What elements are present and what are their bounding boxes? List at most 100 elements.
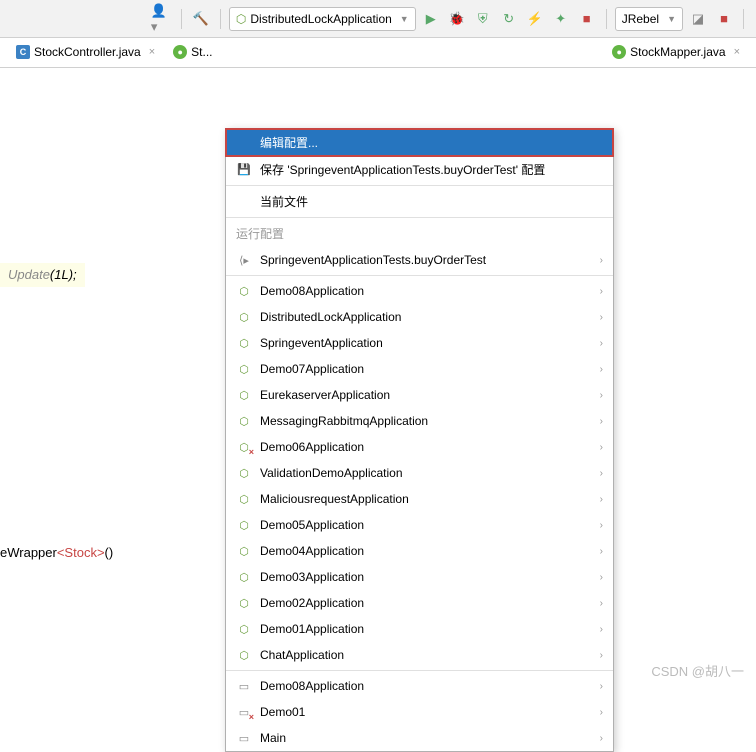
chevron-right-icon: › xyxy=(600,624,603,635)
run-config-item[interactable]: ⬡MessagingRabbitmqApplication› xyxy=(226,408,613,434)
close-icon[interactable]: × xyxy=(734,46,740,58)
spring-icon: ⬡ xyxy=(236,309,252,325)
chevron-right-icon: › xyxy=(600,546,603,557)
dropdown-arrow-icon: ▼ xyxy=(400,14,409,24)
tab-label: StockMapper.java xyxy=(630,45,725,59)
app-icon: ▭ xyxy=(236,730,252,746)
item-label: Demo01 xyxy=(260,705,305,719)
item-label: Demo03Application xyxy=(260,570,364,584)
stop-icon[interactable]: ■ xyxy=(576,8,598,30)
spring-icon: ⬡ xyxy=(236,361,252,377)
app-error-icon: ▭ xyxy=(236,704,252,720)
spring-icon: ⬡ xyxy=(236,569,252,585)
spring-icon: ⬡ xyxy=(236,491,252,507)
run-config-item[interactable]: ⟨▸SpringeventApplicationTests.buyOrderTe… xyxy=(226,247,613,273)
coverage-icon[interactable]: ⛨ xyxy=(472,8,494,30)
run-icon[interactable]: ▶ xyxy=(420,8,442,30)
tab-label: St... xyxy=(191,45,212,59)
run-config-item[interactable]: ⬡ValidationDemoApplication› xyxy=(226,460,613,486)
run-config-item[interactable]: ⬡Demo06Application› xyxy=(226,434,613,460)
spring-icon: ⬡ xyxy=(236,621,252,637)
code-line: Update(1L); xyxy=(0,263,85,287)
rebel-stop-icon[interactable]: ■ xyxy=(713,8,735,30)
run-config-item[interactable]: ▭Demo08Application› xyxy=(226,673,613,699)
dropdown-arrow-icon: ▼ xyxy=(667,14,676,24)
close-icon[interactable]: × xyxy=(149,46,155,58)
spring-icon: ⬡ xyxy=(236,283,252,299)
spring-icon: ⬡ xyxy=(236,517,252,533)
item-label: Demo01Application xyxy=(260,622,364,636)
run-config-item[interactable]: ⬡ Demo07Application › xyxy=(226,356,613,382)
save-icon: 💾 xyxy=(236,162,252,178)
chevron-right-icon: › xyxy=(600,520,603,531)
run-config-label: DistributedLockApplication xyxy=(250,12,391,26)
java-icon: ● xyxy=(612,45,626,59)
item-label: SpringeventApplicationTests.buyOrderTest xyxy=(260,253,486,267)
chevron-right-icon: › xyxy=(600,312,603,323)
spring-icon: ⬡ xyxy=(236,387,252,403)
chevron-right-icon: › xyxy=(600,733,603,744)
run-config-item[interactable]: ⬡SpringeventApplication› xyxy=(226,330,613,356)
debug-icon[interactable]: 🐞 xyxy=(446,8,468,30)
run-config-item[interactable]: ⬡ChatApplication› xyxy=(226,642,613,668)
run-config-item[interactable]: ⬡Demo03Application› xyxy=(226,564,613,590)
tab-label: StockController.java xyxy=(34,45,141,59)
separator xyxy=(226,275,613,276)
item-label: Main xyxy=(260,731,286,745)
menu-label: 编辑配置... xyxy=(260,134,318,151)
spring-error-icon: ⬡ xyxy=(236,439,252,455)
watermark: CSDN @胡八一 xyxy=(651,661,744,680)
item-label: Demo07Application xyxy=(260,362,364,376)
section-header: 运行配置 xyxy=(226,220,613,247)
chevron-right-icon: › xyxy=(600,598,603,609)
item-label: Demo05Application xyxy=(260,518,364,532)
run-config-item[interactable]: ⬡Demo08Application› xyxy=(226,278,613,304)
menu-save-config[interactable]: 💾 保存 'SpringeventApplicationTests.buyOrd… xyxy=(226,156,613,183)
chevron-right-icon: › xyxy=(600,255,603,266)
jrebel-label: JRebel xyxy=(622,12,659,26)
tab-stockcontroller[interactable]: C StockController.java × xyxy=(8,41,163,65)
separator xyxy=(226,670,613,671)
jrebel-selector[interactable]: JRebel ▼ xyxy=(615,7,683,31)
run-config-item[interactable]: ⬡ Demo05Application › xyxy=(226,512,613,538)
tab-stockmapper[interactable]: ● StockMapper.java × xyxy=(604,41,748,65)
spring-icon: ⬡ xyxy=(236,12,246,26)
profile-icon[interactable]: ↻ xyxy=(498,8,520,30)
editor-tabs: C StockController.java × ● St... ● Stock… xyxy=(0,38,756,68)
spring-icon: ⬡ xyxy=(236,543,252,559)
chevron-right-icon: › xyxy=(600,364,603,375)
run-config-item[interactable]: ⬡DistributedLockApplication› xyxy=(226,304,613,330)
chevron-right-icon: › xyxy=(600,416,603,427)
main-toolbar: 👤▾ 🔨 ⬡ DistributedLockApplication ▼ ▶ 🐞 … xyxy=(0,0,756,38)
item-label: EurekaserverApplication xyxy=(260,388,390,402)
tab-st[interactable]: ● St... xyxy=(165,41,220,65)
run-config-item[interactable]: ⬡Demo04Application› xyxy=(226,538,613,564)
run-config-selector[interactable]: ⬡ DistributedLockApplication ▼ xyxy=(229,7,416,31)
item-label: ValidationDemoApplication xyxy=(260,466,403,480)
editor-area[interactable]: Update(1L); eWrapper<Stock>() 编辑配置... 💾 … xyxy=(0,68,756,688)
hammer-icon[interactable]: 🔨 xyxy=(190,8,212,30)
run-config-item[interactable]: ⬡ Demo01Application › xyxy=(226,616,613,642)
spring-icon: ⬡ xyxy=(236,595,252,611)
rebel-icon[interactable]: ◪ xyxy=(687,8,709,30)
run-config-dropdown: 编辑配置... 💾 保存 'SpringeventApplicationTest… xyxy=(225,128,614,752)
chevron-right-icon: › xyxy=(600,468,603,479)
chevron-right-icon: › xyxy=(600,390,603,401)
run-config-item[interactable]: ⬡ EurekaserverApplication › xyxy=(226,382,613,408)
run-config-item[interactable]: ▭ Main › xyxy=(226,725,613,751)
chevron-right-icon: › xyxy=(600,707,603,718)
thread-icon[interactable]: ⚡ xyxy=(524,8,546,30)
menu-current-file[interactable]: 当前文件 xyxy=(226,188,613,215)
run-config-item[interactable]: ▭ Demo01 › xyxy=(226,699,613,725)
item-label: ChatApplication xyxy=(260,648,344,662)
user-icon[interactable]: 👤▾ xyxy=(151,8,173,30)
run-config-item[interactable]: ⬡ Demo02Application › xyxy=(226,590,613,616)
item-label: SpringeventApplication xyxy=(260,336,383,350)
menu-edit-config[interactable]: 编辑配置... xyxy=(226,129,613,156)
more-run-icon[interactable]: ✦ xyxy=(550,8,572,30)
run-config-item[interactable]: ⬡MaliciousrequestApplication› xyxy=(226,486,613,512)
item-label: Demo08Application xyxy=(260,284,364,298)
java-icon: ● xyxy=(173,45,187,59)
item-label: Demo02Application xyxy=(260,596,364,610)
spring-icon: ⬡ xyxy=(236,335,252,351)
